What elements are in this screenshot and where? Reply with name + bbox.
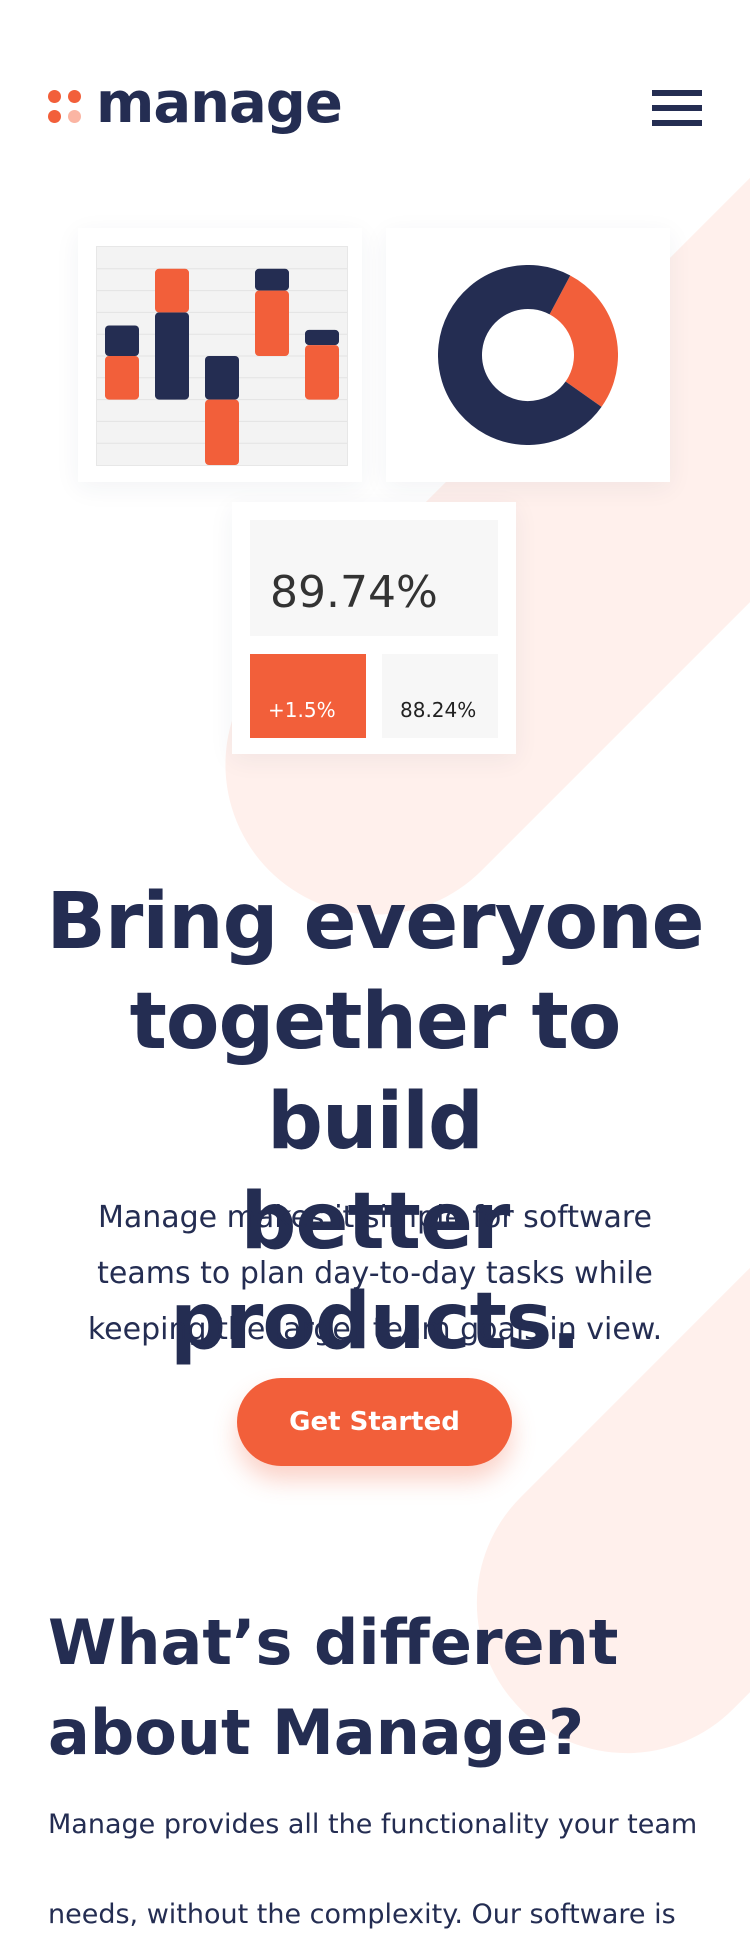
hero-title-line: together to build (129, 977, 622, 1167)
main-stat-value: 89.74% (270, 567, 438, 618)
secondary-stat-panel: 88.24% (382, 654, 498, 738)
hero-description-line: Manage makes it simple for software (97, 1200, 653, 1235)
section-title: What’s different about Manage? (48, 1598, 708, 1778)
logo-dots-icon (48, 90, 84, 126)
hero-description-line: keeping the larger team goals in view. (87, 1312, 663, 1347)
section-title-line: about Manage? (48, 1696, 585, 1769)
hero-description-line: teams to plan day-to-day tasks while (97, 1256, 653, 1291)
bar-segment-orange (255, 290, 289, 356)
section-description: Manage provides all the functionality yo… (48, 1780, 728, 1960)
bar-segment-orange (155, 268, 189, 313)
secondary-stat-value: 88.24% (400, 698, 477, 722)
change-stat-value: +1.5% (268, 698, 336, 722)
get-started-button[interactable]: Get Started (237, 1378, 512, 1466)
donut-chart (438, 265, 618, 445)
bar-segment-navy (105, 325, 139, 356)
section-title-line: What’s different (48, 1606, 619, 1679)
site-header: manage (48, 74, 702, 140)
bar-segment-navy (155, 312, 189, 400)
bar-segment-navy (305, 329, 339, 346)
change-stat-panel: +1.5% (250, 654, 366, 738)
donut-chart-card (386, 228, 670, 482)
bar-chart-plot (96, 246, 348, 466)
bar-segment-orange (105, 356, 139, 400)
hamburger-menu-icon[interactable] (652, 90, 702, 126)
logo-wordmark: manage (96, 71, 343, 136)
section-description-line: needs, without the complexity. Our softw… (48, 1899, 676, 1930)
bar-segment-orange (305, 345, 339, 400)
main-stat-panel: 89.74% (250, 520, 498, 636)
hero-title-line: Bring everyone (46, 877, 704, 967)
bar-chart (97, 268, 347, 465)
bar-segment-navy (205, 356, 239, 400)
bar-segment-navy (255, 268, 289, 291)
hero-description: Manage makes it simple for software team… (60, 1190, 690, 1358)
section-description-line: Manage provides all the functionality yo… (48, 1809, 698, 1840)
stats-card: 89.74% +1.5% 88.24% (232, 502, 516, 754)
bar-chart-card (78, 228, 362, 482)
bar-segment-orange (205, 399, 239, 465)
